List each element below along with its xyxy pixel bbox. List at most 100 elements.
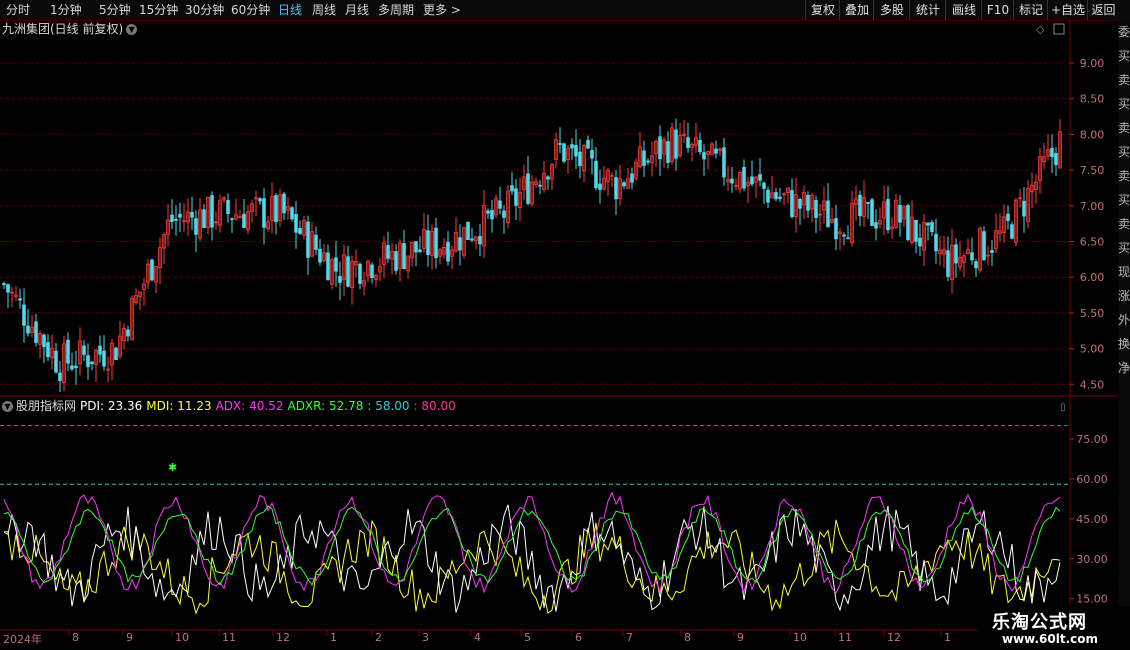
- window-toggle-icon: [1053, 23, 1065, 35]
- side-panel-label: 换: [1118, 337, 1130, 351]
- candle-body: [766, 189, 770, 203]
- candle-body: [1022, 200, 1026, 217]
- candle-body: [258, 198, 262, 202]
- candle-body: [594, 160, 598, 189]
- candle-body: [750, 176, 754, 185]
- x-label: 1: [330, 631, 337, 644]
- side-panel-label: 买: [1118, 193, 1130, 207]
- candle-body: [826, 200, 830, 228]
- candle-body: [394, 251, 398, 271]
- x-label: 11: [222, 631, 236, 644]
- ind-y-tick-label: 45.00: [1076, 513, 1108, 526]
- candle-body: [178, 213, 182, 218]
- candle-body: [578, 151, 582, 167]
- candle-body: [1006, 213, 1010, 221]
- y-tick-label: 6.50: [1080, 235, 1105, 248]
- x-label: 11: [838, 631, 852, 644]
- candle-body: [262, 198, 266, 228]
- candle-body: [598, 183, 602, 190]
- candle-body: [558, 143, 562, 145]
- pdi-line: [3, 504, 1061, 613]
- candle-body: [434, 227, 438, 259]
- watermark: 乐淘公式网 www.60lt.com: [978, 606, 1130, 650]
- candle-body: [918, 237, 922, 247]
- mdi-line: [4, 519, 1061, 615]
- x-label: 7: [626, 631, 633, 644]
- x-label: 9: [737, 631, 744, 644]
- side-panel-label: 委: [1118, 25, 1130, 39]
- diamond-icon: ◇: [1036, 23, 1045, 36]
- indicator-name: 股朋指标网: [16, 399, 77, 413]
- quote-side-panel[interactable]: 委买卖买卖买卖买卖买现涨外换净: [1118, 20, 1130, 630]
- candle-body: [326, 252, 330, 281]
- x-label: 4: [474, 631, 481, 644]
- adx-value: ADX: 40.52: [215, 399, 284, 413]
- candle-body: [114, 347, 118, 361]
- candle-body: [834, 218, 838, 240]
- candle-body: [22, 304, 26, 326]
- candle-body: [298, 227, 302, 234]
- candle-body: [370, 264, 374, 279]
- candle-body: [18, 298, 22, 301]
- candle-body: [418, 249, 422, 253]
- mdi-value: MDI: 11.23: [146, 399, 212, 413]
- candle-body: [778, 196, 782, 199]
- candle-body: [98, 345, 102, 355]
- candle-body: [906, 205, 910, 241]
- side-panel-label: 卖: [1118, 217, 1130, 231]
- y-tick-label: 6.00: [1080, 271, 1105, 284]
- candle-body: [714, 148, 718, 154]
- candle-body: [898, 204, 902, 223]
- candle-body: [990, 250, 994, 253]
- x-label: 9: [126, 631, 133, 644]
- candle-body: [170, 214, 174, 222]
- candle-body: [90, 361, 94, 365]
- candle-body: [646, 160, 650, 163]
- candle-body: [486, 210, 490, 214]
- indicator-legend: ▼ 股朋指标网 PDI: 23.36 MDI: 11.23 ADX: 40.52 ADXR…: [2, 398, 460, 414]
- candle-body: [66, 339, 70, 364]
- candle-body: [574, 145, 578, 157]
- y-tick-label: 7.50: [1080, 164, 1105, 177]
- adxr-value: ADXR: 52.78: [287, 399, 364, 413]
- candle-body: [798, 198, 802, 209]
- y-tick-label: 7.00: [1080, 200, 1105, 213]
- candle-body: [658, 136, 662, 160]
- y-tick-label: 8.50: [1080, 93, 1105, 106]
- candle-body: [346, 256, 350, 287]
- candle-body: [674, 129, 678, 159]
- candle-body: [306, 221, 310, 258]
- y-tick-label: 5.00: [1080, 343, 1105, 356]
- x-label: 10: [793, 631, 807, 644]
- ind-y-tick-label: 75.00: [1076, 433, 1108, 446]
- candle-body: [58, 372, 62, 381]
- x-label-start: 2024年: [3, 633, 42, 646]
- candle-body: [742, 166, 746, 189]
- level2-value: : 80.00: [413, 399, 456, 413]
- x-label: 8: [72, 631, 79, 644]
- candle-body: [934, 233, 938, 252]
- side-panel-label: 买: [1118, 49, 1130, 63]
- candle-body: [230, 218, 234, 220]
- candle-body: [514, 188, 518, 206]
- x-label: 3: [422, 631, 429, 644]
- candle-body: [2, 283, 6, 286]
- candle-body: [82, 345, 86, 355]
- side-panel-label: 卖: [1118, 169, 1130, 183]
- candle-body: [174, 218, 178, 221]
- candle-body: [866, 202, 870, 204]
- window-toggle-icon: ▯: [1060, 402, 1066, 413]
- candle-body: [226, 200, 230, 214]
- candle-body: [294, 214, 298, 233]
- candle-body: [402, 243, 406, 269]
- chevron-down-icon[interactable]: ▼: [2, 401, 13, 412]
- ind-y-tick-label: 15.00: [1076, 593, 1108, 606]
- candle-body: [858, 194, 862, 217]
- side-panel-label: 买: [1118, 241, 1130, 255]
- candle-body: [666, 141, 670, 163]
- ind-y-tick-label: 60.00: [1076, 473, 1108, 486]
- candle-body: [318, 248, 322, 263]
- ind-y-tick-label: 30.00: [1076, 553, 1108, 566]
- candle-body: [74, 365, 78, 369]
- side-panel-label: 外: [1118, 313, 1130, 327]
